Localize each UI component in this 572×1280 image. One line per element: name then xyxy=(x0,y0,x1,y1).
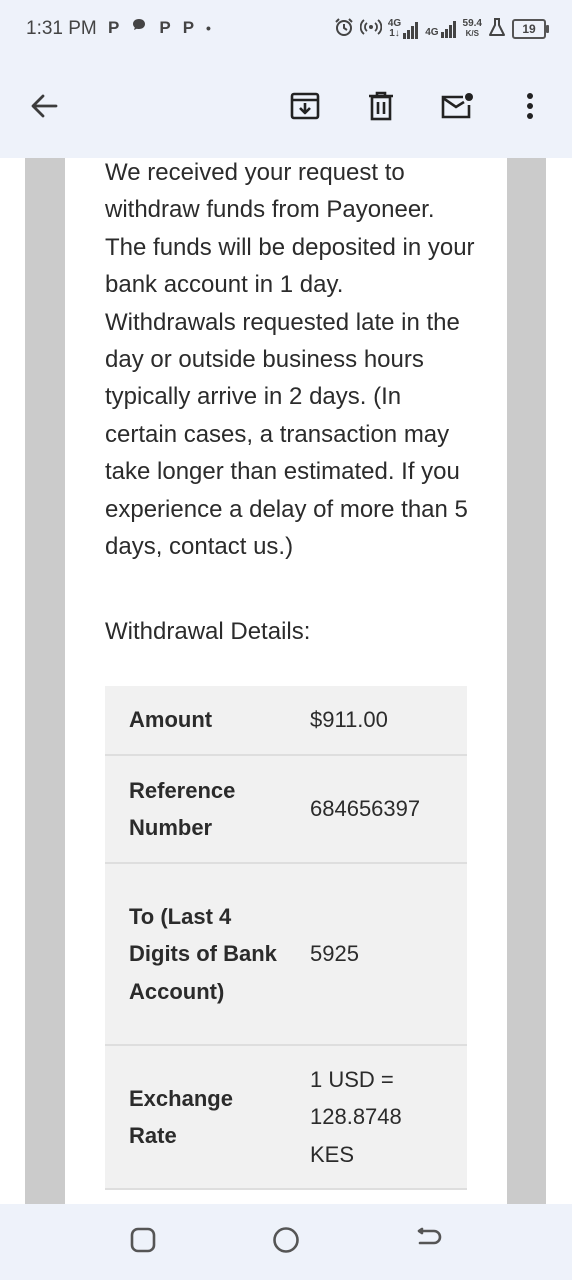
detail-value: 684656397 xyxy=(286,755,467,864)
email-content[interactable]: We received your request to withdraw fun… xyxy=(0,158,572,1204)
recents-icon xyxy=(130,1227,156,1258)
speed-unit: K/S xyxy=(465,29,479,38)
table-row: Amount $911.00 xyxy=(105,686,467,756)
network-speed: 59.4 K/S xyxy=(463,19,482,39)
back-icon xyxy=(414,1227,442,1258)
alarm-icon xyxy=(334,17,354,42)
email-frame-left xyxy=(25,158,65,1204)
delete-icon xyxy=(366,90,396,127)
detail-value: 1 USD = 128.8748 KES xyxy=(286,1045,467,1190)
signal-icon: 4G xyxy=(425,20,456,38)
battery-icon: 19 xyxy=(512,19,549,39)
notification-p-icon: P xyxy=(159,18,171,37)
home-button[interactable] xyxy=(270,1226,302,1258)
withdrawal-details-table: Amount $911.00 Reference Number 68465639… xyxy=(105,686,467,1190)
detail-label: Reference Number xyxy=(105,755,286,864)
archive-icon xyxy=(289,90,321,127)
system-nav-bar xyxy=(0,1204,572,1280)
detail-label: Amount xyxy=(105,686,286,756)
more-options-button[interactable] xyxy=(510,88,550,128)
detail-label: Exchange Rate xyxy=(105,1045,286,1190)
table-row: Reference Number 684656397 xyxy=(105,755,467,864)
lab-flask-icon xyxy=(488,17,506,42)
status-right: 4G 1↓ 4G 59.4 K/S 19 xyxy=(334,16,549,42)
status-time: 1:31 PM xyxy=(26,18,97,39)
hotspot-icon xyxy=(359,17,383,42)
content-edge xyxy=(0,158,25,1204)
back-nav-button[interactable] xyxy=(412,1226,444,1258)
mark-unread-icon xyxy=(439,90,475,127)
content-edge xyxy=(546,158,572,1204)
notification-p-icon: P xyxy=(182,18,195,37)
mark-unread-button[interactable] xyxy=(437,88,477,128)
archive-button[interactable] xyxy=(285,88,325,128)
recents-button[interactable] xyxy=(127,1226,159,1258)
detail-value: 5925 xyxy=(286,863,467,1046)
email-body-text: We received your request to withdraw fun… xyxy=(105,159,475,561)
notification-p-icon: P xyxy=(108,18,120,37)
notification-icons: P P P • xyxy=(108,17,223,38)
notification-dot-icon: • xyxy=(206,20,211,36)
notification-chat-icon xyxy=(131,17,147,38)
signal-icon: 4G 1↓ xyxy=(388,19,419,39)
delete-button[interactable] xyxy=(361,88,401,128)
network-activity: 1↓ xyxy=(389,28,400,39)
email-frame-right xyxy=(507,158,546,1204)
back-button[interactable] xyxy=(24,88,64,128)
withdrawal-details-heading: Withdrawal Details: xyxy=(105,618,311,645)
table-row: Exchange Rate 1 USD = 128.8748 KES xyxy=(105,1045,467,1190)
status-bar: 1:31 PM P P P • 4G 1↓ 4G 59.4 K/S 19 xyxy=(0,0,572,58)
email-toolbar xyxy=(0,58,572,158)
detail-label: To (Last 4 Digits of Bank Account) xyxy=(105,863,286,1046)
detail-value: $911.00 xyxy=(286,686,467,756)
home-icon xyxy=(272,1226,300,1259)
network-type: 4G xyxy=(425,27,439,38)
speed-value: 59.4 xyxy=(462,18,482,29)
back-arrow-icon xyxy=(30,92,58,125)
more-vert-icon xyxy=(526,92,534,125)
table-row: To (Last 4 Digits of Bank Account) 5925 xyxy=(105,863,467,1046)
